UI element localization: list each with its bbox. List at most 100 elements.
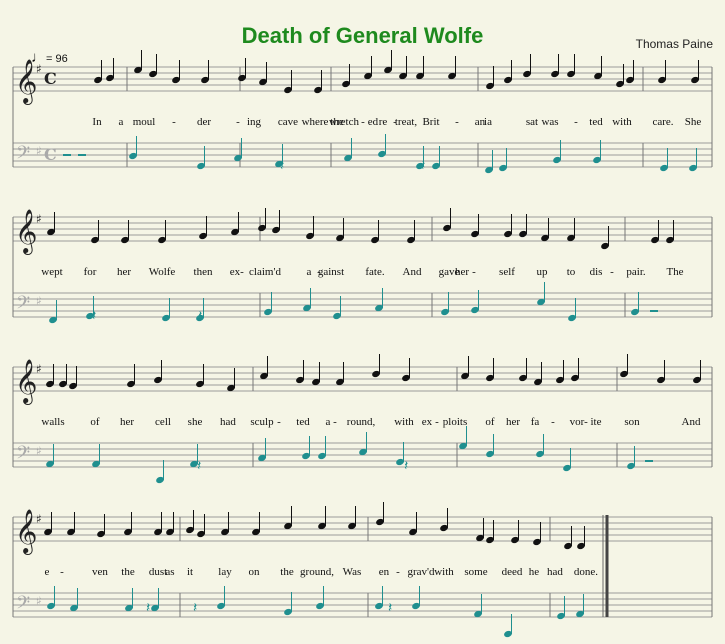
common-time-icon: C xyxy=(44,69,57,88)
sharp-icon: ♯ xyxy=(36,362,42,376)
lyric-syllable: en xyxy=(378,566,390,578)
lyric-syllable: fate. xyxy=(365,266,385,278)
lyric-syllable: some xyxy=(464,566,488,578)
lyric-syllable: of xyxy=(90,416,100,428)
lyric-syllable: lay xyxy=(218,566,232,578)
quarter-rest-icon: 𝄽 xyxy=(193,600,197,616)
sharp-icon: ♯ xyxy=(36,62,42,76)
lyric-syllable: ex xyxy=(421,416,433,428)
lyric-syllable: Was xyxy=(342,566,362,578)
half-rest-icon xyxy=(645,460,653,462)
treble-clef-icon: 𝄞 xyxy=(15,209,37,255)
lyric-syllable: Brit xyxy=(422,116,440,128)
lyric-syllable: ven xyxy=(92,566,108,578)
quarter-rest-icon: 𝄽 xyxy=(92,308,96,324)
lyric-syllable: with xyxy=(434,566,454,578)
lyric-syllable: deed xyxy=(501,566,523,578)
lyric-syllable: round, xyxy=(346,416,376,428)
lyric-syllable: ia xyxy=(484,116,492,128)
lyric-hyphen: - xyxy=(236,116,240,128)
lyric-syllable: on xyxy=(248,566,260,578)
lyric-syllable: e xyxy=(44,566,50,578)
lyric-syllable: with xyxy=(612,116,632,128)
lyric-syllable: fa xyxy=(530,416,540,428)
common-time-icon: C xyxy=(44,145,57,164)
lyric-syllable: he xyxy=(528,566,540,578)
sharp-icon: ♯ xyxy=(36,444,42,458)
lyric-syllable: the xyxy=(121,566,135,578)
lyric-syllable: her xyxy=(454,266,470,278)
lyric-syllable: sculp xyxy=(250,416,274,428)
lyric-syllable: ground, xyxy=(300,566,334,578)
lyric-syllable: ted xyxy=(589,116,603,128)
bass-clef-icon: 𝄢 xyxy=(16,143,30,168)
lyric-syllable: her xyxy=(119,416,135,428)
lyric-syllable: it xyxy=(186,566,194,578)
lyric-syllable: The xyxy=(666,266,684,278)
lyric-hyphen: - xyxy=(172,116,176,128)
lyric-syllable: ed xyxy=(367,116,379,128)
sharp-icon: ♯ xyxy=(36,512,42,526)
lyric-syllable: a xyxy=(118,116,124,128)
treble-clef-icon: 𝄞 xyxy=(15,509,37,555)
lyric-syllable: a xyxy=(325,416,331,428)
score-staves: 𝄞𝄢♯♯CC𝄞𝄢♯♯𝄞𝄢♯♯𝄞𝄢♯♯𝄽 𝄽𝄽 𝄽𝄽 𝄽𝄽 𝄽 𝄽 xyxy=(12,50,713,638)
lyric-syllable: had xyxy=(547,566,563,578)
lyric-syllable: of xyxy=(485,416,495,428)
quarter-rest-icon: 𝄽 xyxy=(146,600,150,616)
lyric-syllable: she xyxy=(187,416,203,428)
lyric-syllable: cell xyxy=(155,416,171,428)
lyric-syllable: claim'd xyxy=(249,266,281,278)
lyric-syllable: cave xyxy=(277,116,299,128)
lyric-syllable: then xyxy=(193,266,213,278)
quarter-rest-icon: 𝄽 xyxy=(280,158,284,174)
bass-clef-icon: 𝄢 xyxy=(16,293,30,318)
lyric-syllable: care. xyxy=(652,116,674,128)
lyrics-line-2: wept for her Wolfe then ex - claim'd a - gainst fat… xyxy=(0,266,725,282)
lyric-syllable: done. xyxy=(573,566,599,578)
sharp-icon: ♯ xyxy=(36,594,42,608)
lyric-syllable: wept xyxy=(41,266,63,278)
lyric-hyphen: - xyxy=(455,116,459,128)
lyric-hyphen: - xyxy=(361,116,365,128)
lyric-syllable: dust xyxy=(148,566,168,578)
score-page: Death of General Wolfe Thomas Paine ♩= 9… xyxy=(0,0,725,644)
lyric-hyphen: - xyxy=(333,416,337,428)
lyric-syllable: for xyxy=(83,266,97,278)
lyric-syllable: And xyxy=(681,416,701,428)
lyric-syllable: sat xyxy=(525,116,539,128)
lyric-syllable: grav'd xyxy=(407,566,435,578)
lyric-syllable: walls xyxy=(41,416,65,428)
lyric-syllable: And xyxy=(402,266,422,278)
lyric-syllable: to xyxy=(566,266,576,278)
lyric-syllable: vor xyxy=(569,416,585,428)
lyric-syllable: ite xyxy=(590,416,602,428)
quarter-rest-icon: 𝄽 xyxy=(388,600,392,616)
lyric-syllable: the xyxy=(280,566,294,578)
lyric-hyphen: - xyxy=(610,266,614,278)
lyric-hyphen: - xyxy=(584,416,588,428)
treble-clef-icon: 𝄞 xyxy=(15,359,37,405)
lyric-syllable: dis xyxy=(589,266,603,278)
lyric-syllable: moul xyxy=(132,116,156,128)
half-rest-icon xyxy=(650,310,658,312)
lyric-syllable: son xyxy=(624,416,640,428)
lyric-syllable: her xyxy=(116,266,132,278)
lyric-syllable: self xyxy=(499,266,515,278)
lyric-hyphen: - xyxy=(435,416,439,428)
lyric-hyphen: - xyxy=(240,266,244,278)
lyric-hyphen: - xyxy=(472,266,476,278)
lyric-hyphen: - xyxy=(574,116,578,128)
quarter-rest-icon: 𝄽 xyxy=(404,458,408,474)
half-rest-icon xyxy=(63,154,71,156)
quarter-rest-icon: 𝄽 xyxy=(197,458,201,474)
lyric-syllable: She xyxy=(684,116,702,128)
lyric-syllable: Wolfe xyxy=(148,266,176,278)
lyric-syllable: wretch xyxy=(329,116,359,128)
lyric-syllable: was xyxy=(541,116,559,128)
lyric-hyphen: - xyxy=(396,566,400,578)
bass-clef-icon: 𝄢 xyxy=(16,443,30,468)
lyric-syllable: In xyxy=(92,116,102,128)
quarter-rest-icon: 𝄽 xyxy=(198,308,202,324)
lyric-syllable: ploits xyxy=(442,416,468,428)
